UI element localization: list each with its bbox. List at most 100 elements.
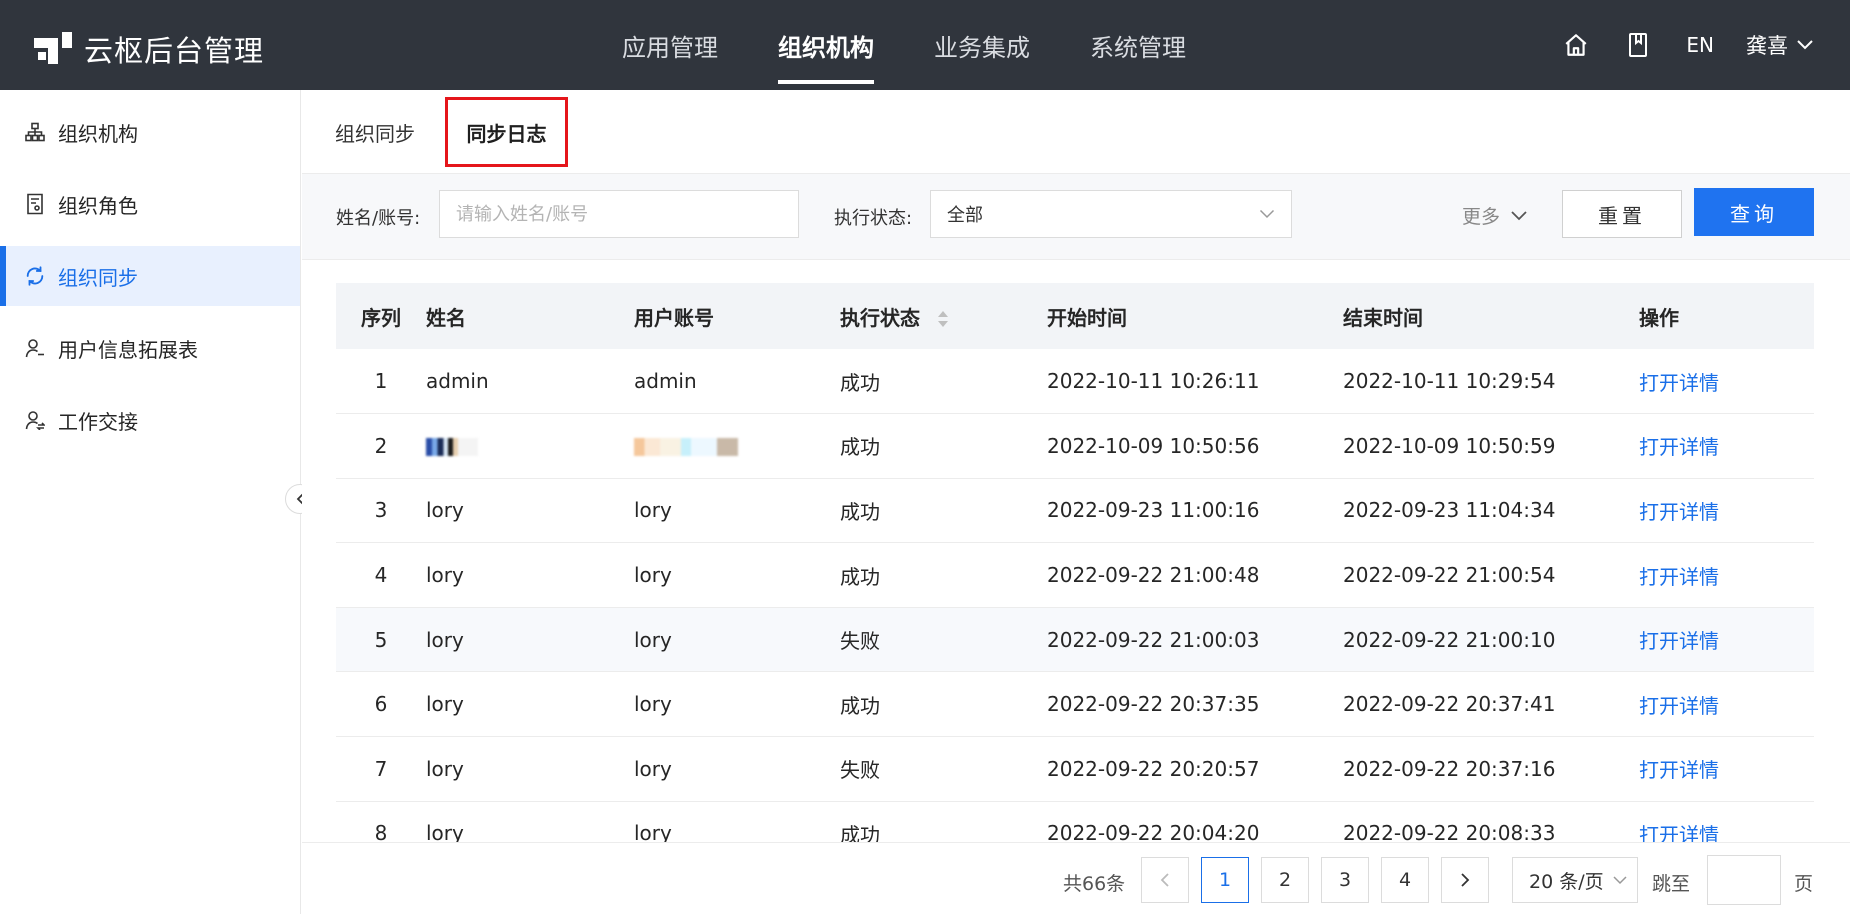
open-details-link[interactable]: 打开详情 — [1639, 672, 1814, 737]
page-size-select[interactable]: 20 条/页 — [1512, 857, 1638, 903]
sidebar-item-label: 组织同步 — [58, 265, 138, 290]
cell-index: 2 — [374, 433, 388, 458]
name-account-label: 姓名/账号: — [336, 208, 421, 229]
cell-end-time: 2022-09-22 21:00:54 — [1343, 563, 1556, 588]
user-menu[interactable]: 龚喜 — [1746, 30, 1814, 60]
book-icon[interactable] — [1624, 31, 1652, 59]
header-actions: EN 龚喜 — [1528, 0, 1814, 90]
more-label: 更多 — [1462, 206, 1501, 228]
table-row: 2 成功 2022-10-09 10:50:56 2022-10-09 10:5… — [336, 414, 1814, 479]
app-logo[interactable]: 云枢后台管理 — [34, 28, 264, 70]
logo-icon — [34, 32, 72, 66]
sidebar-item-label: 工作交接 — [58, 409, 138, 434]
chevron-down-icon — [1511, 210, 1527, 220]
cell-account: lory — [634, 563, 672, 588]
topnav-item-system-management[interactable]: 系统管理 — [1090, 0, 1186, 90]
cell-end-time: 2022-09-22 20:37:16 — [1343, 756, 1556, 781]
open-details-link[interactable]: 打开详情 — [1639, 543, 1814, 608]
sidebar-item-work-handover[interactable]: 工作交接 — [0, 390, 300, 450]
cell-index: 7 — [374, 756, 388, 781]
cell-end-time: 2022-09-22 20:37:41 — [1343, 692, 1556, 717]
sidebar-item-organization[interactable]: 组织机构 — [0, 102, 300, 162]
tab-bar: 组织同步 同步日志 — [302, 90, 1850, 174]
cell-account: lory — [634, 627, 672, 652]
home-icon[interactable] — [1562, 31, 1590, 59]
chevron-left-icon — [1160, 873, 1169, 887]
table-header-row: 序列 姓名 用户账号 执行状态 开始时间 结束时间 操作 — [336, 283, 1814, 349]
sidebar-item-org-sync[interactable]: 组织同步 — [0, 246, 300, 306]
cell-start-time: 2022-10-11 10:26:11 — [1047, 369, 1260, 394]
open-details-link[interactable]: 打开详情 — [1639, 607, 1814, 672]
cell-status: 成功 — [840, 564, 880, 589]
tab-org-sync[interactable]: 组织同步 — [335, 118, 415, 147]
user-handover-icon — [24, 409, 46, 431]
total-count: 共66条 — [1063, 873, 1126, 895]
topnav-item-app-management[interactable]: 应用管理 — [622, 0, 718, 90]
cell-status: 失败 — [840, 629, 880, 654]
cell-start-time: 2022-10-09 10:50:56 — [1047, 433, 1260, 458]
exec-status-value: 全部 — [947, 205, 983, 226]
topnav-item-business-integration[interactable]: 业务集成 — [934, 0, 1030, 90]
cell-account: lory — [634, 756, 672, 781]
cell-start-time: 2022-09-22 21:00:03 — [1047, 627, 1260, 652]
cell-end-time: 2022-10-09 10:50:59 — [1343, 433, 1556, 458]
reset-button[interactable]: 重置 — [1562, 190, 1682, 238]
name-account-input[interactable] — [439, 190, 799, 238]
open-details-link[interactable]: 打开详情 — [1639, 801, 1814, 843]
more-filters-toggle[interactable]: 更多 — [1462, 202, 1528, 229]
sidebar-item-label: 组织角色 — [58, 193, 138, 218]
sync-log-table: 序列 姓名 用户账号 执行状态 开始时间 结束时间 操作 1 admin adm… — [336, 283, 1814, 843]
open-details-link[interactable]: 打开详情 — [1639, 478, 1814, 543]
page-button-2[interactable]: 2 — [1261, 857, 1309, 903]
table-row: 8 lory lory 成功 2022-09-22 20:04:20 2022-… — [336, 801, 1814, 843]
exec-status-label: 执行状态: — [834, 208, 913, 229]
page-button-3[interactable]: 3 — [1321, 857, 1369, 903]
jump-page-input[interactable] — [1707, 855, 1781, 905]
filter-bar: 姓名/账号: 执行状态: 全部 更多 重置 查询 — [302, 174, 1850, 260]
org-tree-icon — [24, 121, 46, 143]
tab-sync-log[interactable]: 同步日志 — [445, 97, 568, 167]
page-button-1[interactable]: 1 — [1201, 857, 1249, 903]
cell-name: lory — [426, 627, 464, 652]
next-page-button[interactable] — [1441, 857, 1489, 903]
table-row: 1 admin admin 成功 2022-10-11 10:26:11 202… — [336, 349, 1814, 414]
exec-status-select[interactable]: 全部 — [930, 190, 1292, 238]
main-content: 组织同步 同步日志 姓名/账号: 执行状态: 全部 更多 重置 查询 序列 姓名 — [302, 90, 1850, 914]
column-header-account: 用户账号 — [634, 305, 714, 330]
language-switch[interactable]: EN — [1686, 33, 1714, 57]
role-icon — [24, 193, 46, 215]
cell-name: lory — [426, 692, 464, 717]
cell-index: 4 — [374, 563, 388, 588]
cell-name: lory — [426, 821, 464, 843]
cell-start-time: 2022-09-22 21:00:48 — [1047, 563, 1260, 588]
topnav-item-organization[interactable]: 组织机构 — [778, 0, 874, 90]
sidebar: 组织机构 组织角色 组织同步 用户信息拓展表 工作交接 — [0, 90, 301, 914]
cell-start-time: 2022-09-23 11:00:16 — [1047, 498, 1260, 523]
column-header-name: 姓名 — [426, 305, 466, 330]
sidebar-item-user-info-extension[interactable]: 用户信息拓展表 — [0, 318, 300, 378]
cell-account: admin — [634, 369, 697, 394]
user-name: 龚喜 — [1746, 34, 1788, 58]
column-header-status-label: 执行状态 — [840, 305, 920, 330]
sort-icon[interactable] — [937, 310, 949, 328]
cell-end-time: 2022-09-22 20:08:33 — [1343, 821, 1556, 843]
prev-page-button[interactable] — [1141, 857, 1189, 903]
cell-status: 成功 — [840, 499, 880, 524]
cell-index: 8 — [374, 821, 388, 843]
cell-account: lory — [634, 498, 672, 523]
open-details-link[interactable]: 打开详情 — [1639, 349, 1814, 414]
table-row: 3 lory lory 成功 2022-09-23 11:00:16 2022-… — [336, 478, 1814, 543]
column-header-status[interactable]: 执行状态 — [840, 283, 1047, 349]
cell-status: 成功 — [840, 435, 880, 460]
chevron-right-icon — [1461, 873, 1470, 887]
redacted-name — [426, 438, 478, 457]
sidebar-item-org-roles[interactable]: 组织角色 — [0, 174, 300, 234]
cell-account: lory — [634, 692, 672, 717]
cell-index: 6 — [374, 692, 388, 717]
open-details-link[interactable]: 打开详情 — [1639, 737, 1814, 802]
pagination: 共66条 1 2 3 4 20 条/页 跳至 页 — [302, 842, 1850, 914]
cell-name: lory — [426, 498, 464, 523]
open-details-link[interactable]: 打开详情 — [1639, 414, 1814, 479]
page-button-4[interactable]: 4 — [1381, 857, 1429, 903]
query-button[interactable]: 查询 — [1694, 188, 1814, 236]
